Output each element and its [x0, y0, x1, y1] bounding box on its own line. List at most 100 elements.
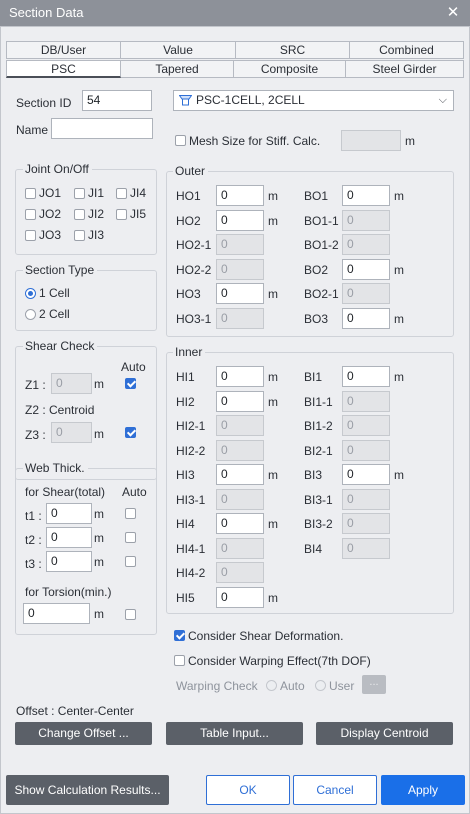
z2-label: Z2 : Centroid	[25, 403, 95, 417]
mesh-size-label: Mesh Size for Stiff. Calc.	[189, 134, 321, 148]
ji1-label: JI1	[88, 186, 105, 200]
warping-user-browse-button[interactable]: ...	[362, 675, 386, 694]
ji5-checkbox[interactable]	[116, 209, 127, 220]
offset-label: Offset : Center-Center	[16, 704, 134, 718]
ho3-1-input[interactable]: 0	[216, 307, 264, 329]
ok-button[interactable]: OK	[206, 775, 290, 805]
tab-row-2: PSC Tapered Composite Steel Girder	[6, 60, 464, 78]
z3-auto-checkbox[interactable]	[125, 427, 136, 438]
hi4-2-input[interactable]: 0	[216, 562, 264, 583]
ji1-checkbox[interactable]	[74, 188, 85, 199]
z1-input[interactable]: 0	[51, 373, 92, 394]
two-cell-radio[interactable]	[25, 309, 36, 320]
jo1-checkbox[interactable]	[25, 188, 36, 199]
hi4-2-label: HI4-2	[176, 566, 206, 580]
bi3-1-input[interactable]: 0	[342, 488, 390, 510]
hi2-input[interactable]: 0	[216, 390, 264, 412]
hi2-1-input[interactable]: 0	[216, 415, 264, 436]
t1-auto-checkbox[interactable]	[125, 508, 136, 519]
tab-steel-girder[interactable]: Steel Girder	[346, 60, 464, 78]
bo3-input[interactable]: 0	[342, 307, 390, 329]
torsion-unit: m	[94, 607, 104, 621]
bo1-2-input[interactable]: 0	[342, 234, 390, 255]
ho2-1-label: HO2-1	[176, 238, 212, 252]
tab-db-user[interactable]: DB/User	[6, 41, 121, 59]
shear-deformation-label: Consider Shear Deformation.	[188, 629, 344, 643]
ho2-input[interactable]: 0	[216, 209, 264, 231]
hi4-1-input[interactable]: 0	[216, 537, 264, 559]
bi4-input[interactable]: 0	[342, 537, 390, 559]
tab-combined[interactable]: Combined	[350, 41, 464, 59]
ji4-label: JI4	[130, 186, 147, 200]
tab-tapered[interactable]: Tapered	[121, 60, 234, 78]
bi3-label: BI3	[304, 468, 323, 482]
show-calculation-results-button[interactable]: Show Calculation Results...	[6, 775, 169, 805]
hi4-input[interactable]: 0	[216, 513, 264, 534]
close-icon[interactable]: ✕	[444, 0, 462, 26]
tab-value[interactable]: Value	[121, 41, 236, 59]
mesh-size-checkbox[interactable]	[175, 135, 186, 146]
ho3-1-label: HO3-1	[176, 311, 212, 326]
ho2-1-input[interactable]: 0	[216, 234, 264, 255]
change-offset-button[interactable]: Change Offset ...	[15, 722, 152, 745]
t2-auto-checkbox[interactable]	[125, 532, 136, 543]
display-centroid-button[interactable]: Display Centroid	[316, 722, 453, 745]
t3-auto-checkbox[interactable]	[125, 556, 136, 567]
jo3-checkbox[interactable]	[25, 230, 36, 241]
t2-input[interactable]: 0	[46, 527, 92, 548]
cancel-button[interactable]: Cancel	[293, 775, 377, 805]
bo1-1-input[interactable]: 0	[342, 209, 390, 231]
ho3-input[interactable]: 0	[216, 283, 264, 304]
bi3-input[interactable]: 0	[342, 464, 390, 485]
mesh-size-input[interactable]	[341, 130, 401, 151]
section-shape-select[interactable]: PSC-1CELL, 2CELL ⌵	[173, 90, 454, 111]
hi3-label: HI3	[176, 468, 195, 482]
z1-label: Z1 :	[25, 378, 46, 392]
bo2-1-label: BO2-1	[304, 287, 339, 301]
hi3-1-input[interactable]: 0	[216, 488, 264, 510]
name-label: Name	[16, 123, 49, 137]
bi4-label: BI4	[304, 541, 323, 556]
name-input[interactable]	[51, 118, 153, 139]
bi1-input[interactable]: 0	[342, 366, 390, 387]
warping-effect-checkbox[interactable]	[174, 655, 185, 666]
z1-auto-checkbox[interactable]	[125, 378, 136, 389]
section-id-input[interactable]: 54	[82, 90, 152, 111]
bi3-2-label: BI3-2	[304, 517, 333, 531]
warping-user-radio[interactable]	[315, 680, 326, 691]
tab-psc[interactable]: PSC	[6, 60, 121, 78]
tab-src[interactable]: SRC	[236, 41, 350, 59]
hi2-2-input[interactable]: 0	[216, 439, 264, 461]
bo2-1-input[interactable]: 0	[342, 283, 390, 304]
jo2-checkbox[interactable]	[25, 209, 36, 220]
ji4-checkbox[interactable]	[116, 188, 127, 199]
shear-deformation-checkbox[interactable]	[174, 630, 185, 641]
joint-title: Joint On/Off	[23, 162, 92, 176]
bi1-1-input[interactable]: 0	[342, 390, 390, 412]
hi1-label: HI1	[176, 370, 195, 384]
table-input-button[interactable]: Table Input...	[166, 722, 303, 745]
bi1-2-input[interactable]: 0	[342, 415, 390, 436]
t1-input[interactable]: 0	[46, 503, 92, 524]
bo2-input[interactable]: 0	[342, 258, 390, 280]
hi3-input[interactable]: 0	[216, 464, 264, 485]
z3-label: Z3 :	[25, 428, 46, 442]
t3-input[interactable]: 0	[46, 551, 92, 572]
bi2-1-input[interactable]: 0	[342, 439, 390, 461]
ji2-checkbox[interactable]	[74, 209, 85, 220]
bi3-2-input[interactable]: 0	[342, 513, 390, 534]
chevron-down-icon: ⌵	[438, 94, 447, 106]
ji3-checkbox[interactable]	[74, 230, 85, 241]
ho1-input[interactable]: 0	[216, 185, 264, 206]
warping-auto-radio[interactable]	[266, 680, 277, 691]
ho2-2-input[interactable]: 0	[216, 258, 264, 280]
torsion-auto-checkbox[interactable]	[125, 609, 136, 620]
z3-input[interactable]: 0	[51, 422, 92, 443]
bo1-input[interactable]: 0	[342, 185, 390, 206]
hi5-input[interactable]: 0	[216, 586, 264, 608]
torsion-input[interactable]: 0	[23, 603, 90, 624]
apply-button[interactable]: Apply	[381, 775, 465, 805]
one-cell-radio[interactable]	[25, 288, 36, 299]
hi1-input[interactable]: 0	[216, 366, 264, 387]
tab-composite[interactable]: Composite	[234, 60, 346, 78]
